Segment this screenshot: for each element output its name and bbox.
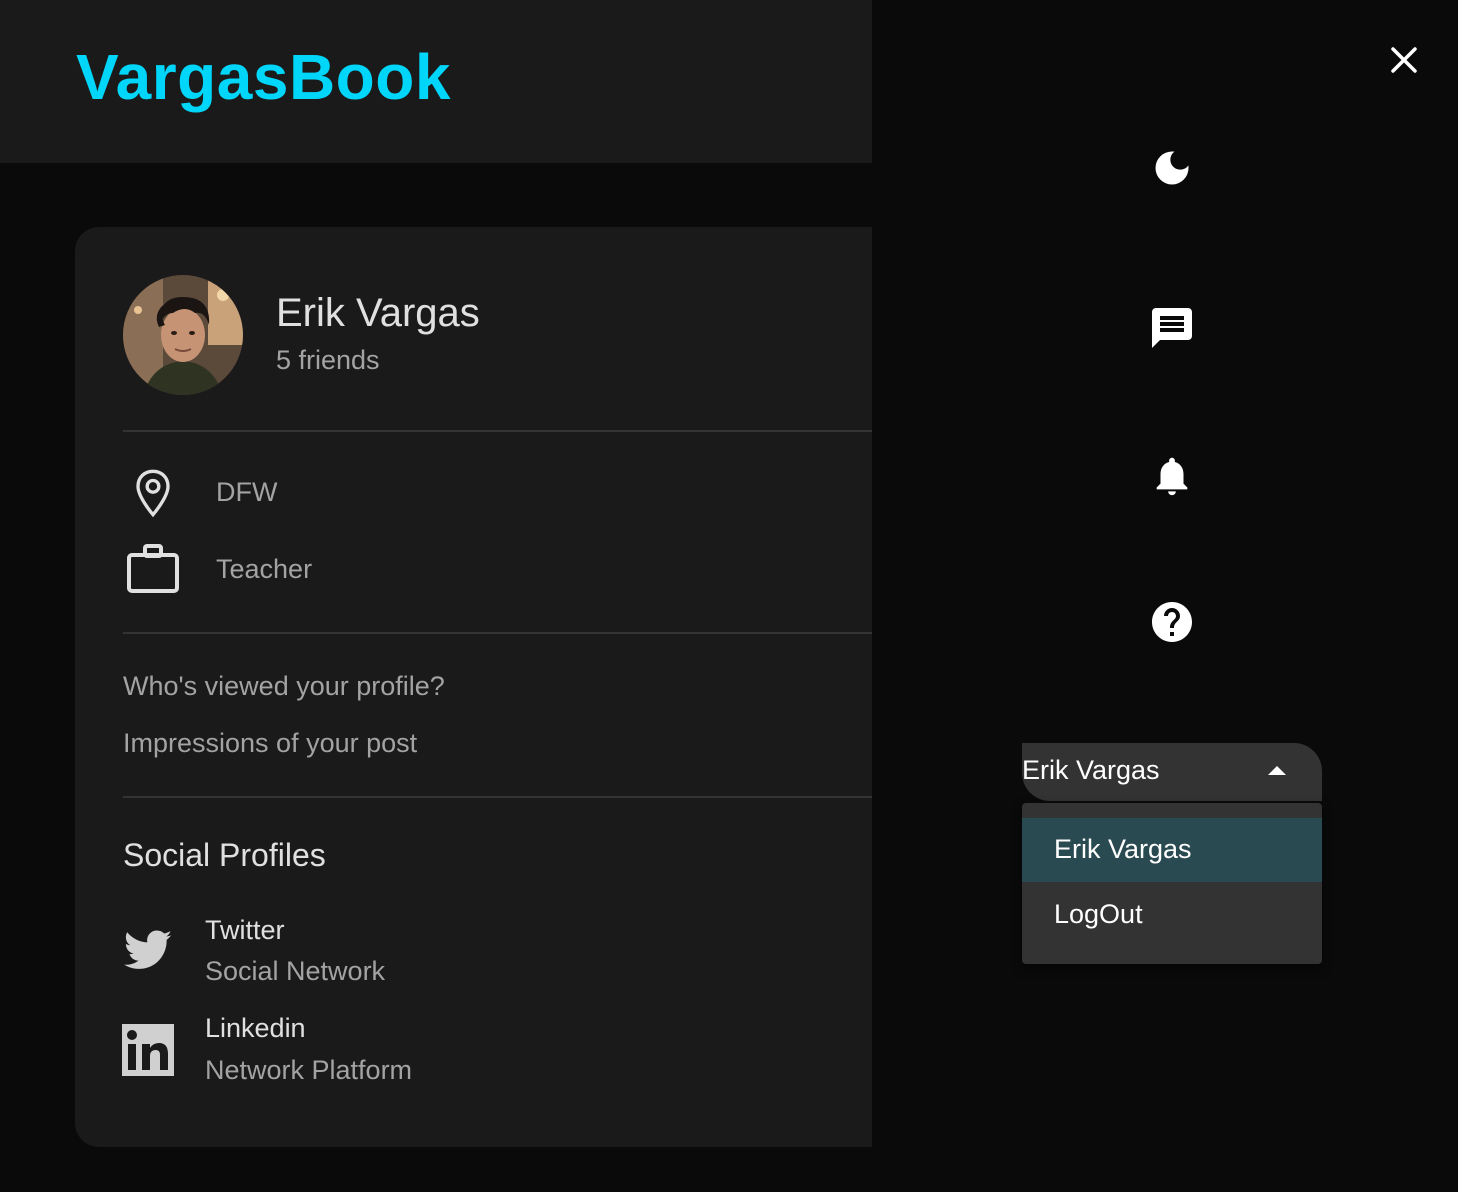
location-text: DFW — [216, 477, 278, 507]
social-item-linkedin-name[interactable]: Linkedin — [205, 1013, 306, 1044]
message-icon[interactable] — [1146, 302, 1198, 354]
social-item-twitter-name[interactable]: Twitter — [205, 915, 285, 946]
bell-icon[interactable] — [1146, 450, 1198, 502]
social-item-linkedin-type: Network Platform — [205, 1055, 413, 1085]
social-item-twitter-type: Social Network — [205, 956, 386, 986]
divider — [123, 632, 872, 634]
linkedin-icon[interactable] — [122, 1024, 174, 1076]
user-profile-card: Erik Vargas 5 friends DFW Teacher Who's … — [75, 227, 872, 1147]
post-impressions-label: Impressions of your post — [123, 728, 418, 758]
app-logo[interactable]: VargasBook — [76, 40, 451, 114]
chevron-up-icon[interactable] — [1268, 766, 1286, 775]
occupation-text: Teacher — [216, 554, 313, 584]
avatar[interactable] — [123, 275, 243, 395]
social-profiles-heading: Social Profiles — [123, 837, 326, 873]
divider — [123, 796, 872, 798]
profile-views-label: Who's viewed your profile? — [123, 671, 445, 701]
close-icon[interactable] — [1386, 42, 1422, 78]
user-select-value: Erik Vargas — [1022, 755, 1160, 785]
user-name: Erik Vargas — [276, 291, 480, 335]
dropdown-option-user[interactable]: Erik Vargas — [1022, 818, 1322, 882]
help-icon[interactable] — [1146, 596, 1198, 648]
briefcase-icon — [123, 543, 183, 595]
moon-icon[interactable] — [1146, 142, 1198, 194]
top-navbar: VargasBook — [0, 0, 872, 163]
dropdown-option-logout[interactable]: LogOut — [1022, 883, 1322, 947]
divider — [123, 430, 872, 432]
location-pin-icon — [123, 468, 183, 518]
friends-count: 5 friends — [276, 345, 380, 375]
dropdown-option-label: Erik Vargas — [1054, 834, 1192, 864]
twitter-icon[interactable] — [122, 924, 174, 976]
dropdown-option-label: LogOut — [1054, 899, 1143, 929]
user-select-dropdown: Erik Vargas LogOut — [1022, 803, 1322, 964]
